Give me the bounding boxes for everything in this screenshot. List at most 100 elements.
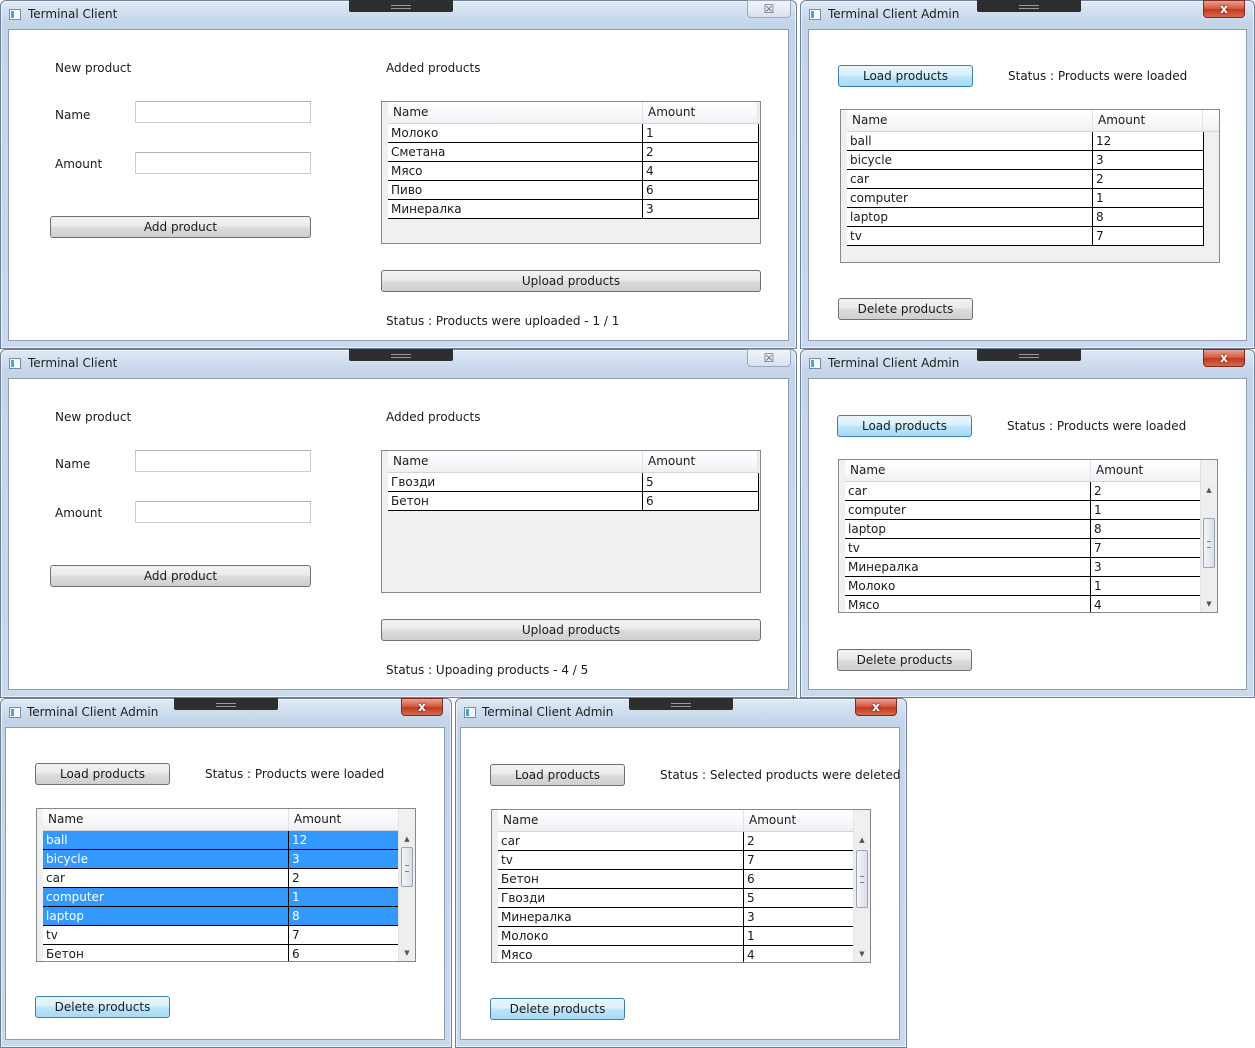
table-row[interactable]: Сметана 2	[388, 143, 759, 162]
column-header-name[interactable]: Name	[845, 460, 1091, 481]
amount-input[interactable]	[135, 152, 311, 174]
vertical-scrollbar[interactable]: ▲ ▼	[853, 832, 870, 962]
table-row[interactable]: ball 12	[847, 132, 1204, 151]
title-bar[interactable]: Terminal Client Admin x	[456, 698, 906, 727]
drag-grip-icon[interactable]	[629, 698, 733, 710]
table-row[interactable]: car 2	[43, 869, 400, 888]
load-products-button[interactable]: Load products	[837, 415, 972, 437]
table-row[interactable]: Бетон 6	[498, 870, 855, 889]
table-row[interactable]: Минералка 3	[845, 558, 1202, 577]
delete-products-button[interactable]: Delete products	[837, 649, 972, 671]
drag-grip-icon[interactable]	[349, 0, 453, 12]
table-row[interactable]: tv 7	[498, 851, 855, 870]
scroll-thumb[interactable]	[401, 847, 413, 887]
name-input[interactable]	[135, 450, 311, 472]
table-row[interactable]: Мясо 4	[845, 596, 1202, 612]
scroll-thumb[interactable]	[856, 850, 868, 908]
table-row[interactable]: computer 1	[845, 501, 1202, 520]
column-header-name[interactable]: Name	[388, 451, 643, 472]
close-icon[interactable]: ☒	[747, 349, 791, 367]
upload-products-button[interactable]: Upload products	[381, 619, 761, 641]
table-row[interactable]: car 2	[847, 170, 1204, 189]
title-bar[interactable]: Terminal Client ☒	[1, 349, 796, 378]
table-row[interactable]: Пиво 6	[388, 181, 759, 200]
close-icon[interactable]: x	[1203, 0, 1245, 18]
table-row[interactable]: Минералка 3	[388, 200, 759, 219]
products-grid[interactable]: Name Amount car 2 tv 7 Бетон 6 Гвозди 5 Минералк…	[491, 809, 871, 963]
table-row[interactable]: car 2	[498, 832, 855, 851]
column-header-amount[interactable]: Amount	[643, 451, 758, 472]
vertical-scrollbar[interactable]: ▲ ▼	[398, 831, 415, 961]
close-icon[interactable]: x	[401, 698, 443, 716]
products-grid[interactable]: Name Amount car 2 computer 1 laptop 8 tv 7 Минер…	[838, 459, 1218, 613]
close-icon[interactable]: ☒	[747, 0, 791, 18]
table-row[interactable]: computer 1	[847, 189, 1204, 208]
table-row[interactable]: Молоко 1	[388, 124, 759, 143]
scroll-thumb[interactable]	[1203, 518, 1215, 568]
column-header-name[interactable]: Name	[847, 110, 1093, 131]
load-products-button[interactable]: Load products	[35, 763, 170, 785]
scroll-up-icon[interactable]: ▲	[1201, 482, 1217, 498]
column-header-amount[interactable]: Amount	[1093, 110, 1203, 131]
table-row[interactable]: car 2	[845, 482, 1202, 501]
scroll-down-icon[interactable]: ▼	[854, 946, 870, 962]
column-header-name[interactable]: Name	[43, 809, 289, 830]
products-grid[interactable]: Name Amount ball 12 bicycle 3 car 2 computer 1 l…	[36, 808, 416, 962]
name-input[interactable]	[135, 101, 311, 123]
close-icon[interactable]: x	[1203, 349, 1245, 367]
column-header-name[interactable]: Name	[498, 810, 744, 831]
scroll-down-icon[interactable]: ▼	[399, 945, 415, 961]
delete-products-button[interactable]: Delete products	[490, 998, 625, 1020]
table-row[interactable]: laptop 8	[845, 520, 1202, 539]
close-icon[interactable]: x	[855, 698, 897, 716]
table-row[interactable]: Бетон 6	[388, 492, 759, 511]
column-header-amount[interactable]: Amount	[289, 809, 399, 830]
table-row[interactable]: Мясо 4	[388, 162, 759, 181]
column-header-amount[interactable]: Amount	[1091, 460, 1201, 481]
table-row[interactable]: Мясо 4	[498, 946, 855, 962]
drag-grip-icon[interactable]	[174, 698, 278, 710]
delete-products-button[interactable]: Delete products	[35, 996, 170, 1018]
table-row[interactable]: Гвозди 5	[498, 889, 855, 908]
scroll-up-icon[interactable]: ▲	[399, 831, 415, 847]
column-header-amount[interactable]: Amount	[643, 102, 758, 123]
products-grid[interactable]: Name Amount ball 12 bicycle 3 car 2 computer 1 l…	[840, 109, 1220, 263]
title-bar[interactable]: Terminal Client ☒	[1, 0, 796, 29]
table-row[interactable]: laptop 8	[43, 907, 400, 926]
delete-products-button[interactable]: Delete products	[838, 298, 973, 320]
scroll-up-icon[interactable]: ▲	[854, 832, 870, 848]
table-row[interactable]: tv 7	[845, 539, 1202, 558]
table-row[interactable]: Молоко 1	[498, 927, 855, 946]
drag-grip-icon[interactable]	[977, 349, 1081, 361]
table-row[interactable]: Бетон 6	[43, 945, 400, 961]
add-product-button[interactable]: Add product	[50, 216, 311, 238]
table-row[interactable]: tv 7	[847, 227, 1204, 246]
table-row[interactable]: computer 1	[43, 888, 400, 907]
table-row[interactable]: Гвозди 5	[388, 473, 759, 492]
cell-amount: 6	[744, 870, 855, 888]
title-bar[interactable]: Terminal Client Admin x	[801, 349, 1254, 378]
title-bar[interactable]: Terminal Client Admin x	[1, 698, 451, 727]
table-row[interactable]: bicycle 3	[43, 850, 400, 869]
upload-products-button[interactable]: Upload products	[381, 270, 761, 292]
table-row[interactable]: Молоко 1	[845, 577, 1202, 596]
table-row[interactable]: Минералка 3	[498, 908, 855, 927]
add-product-button[interactable]: Add product	[50, 565, 311, 587]
column-header-amount[interactable]: Amount	[744, 810, 854, 831]
table-row[interactable]: tv 7	[43, 926, 400, 945]
load-products-button[interactable]: Load products	[490, 764, 625, 786]
table-row[interactable]: bicycle 3	[847, 151, 1204, 170]
amount-input[interactable]	[135, 501, 311, 523]
table-row[interactable]: ball 12	[43, 831, 400, 850]
added-products-grid[interactable]: Name Amount Молоко 1 Сметана 2 Мясо 4 Пиво 6 Мин…	[381, 101, 761, 244]
scroll-down-icon[interactable]: ▼	[1201, 596, 1217, 612]
load-products-button[interactable]: Load products	[838, 65, 973, 87]
title-bar[interactable]: Terminal Client Admin x	[801, 0, 1254, 29]
vertical-scrollbar[interactable]: ▲ ▼	[1200, 482, 1217, 612]
column-header-name[interactable]: Name	[388, 102, 643, 123]
cell-amount: 3	[643, 200, 759, 218]
drag-grip-icon[interactable]	[349, 349, 453, 361]
table-row[interactable]: laptop 8	[847, 208, 1204, 227]
added-products-grid[interactable]: Name Amount Гвозди 5 Бетон 6	[381, 450, 761, 593]
drag-grip-icon[interactable]	[977, 0, 1081, 12]
